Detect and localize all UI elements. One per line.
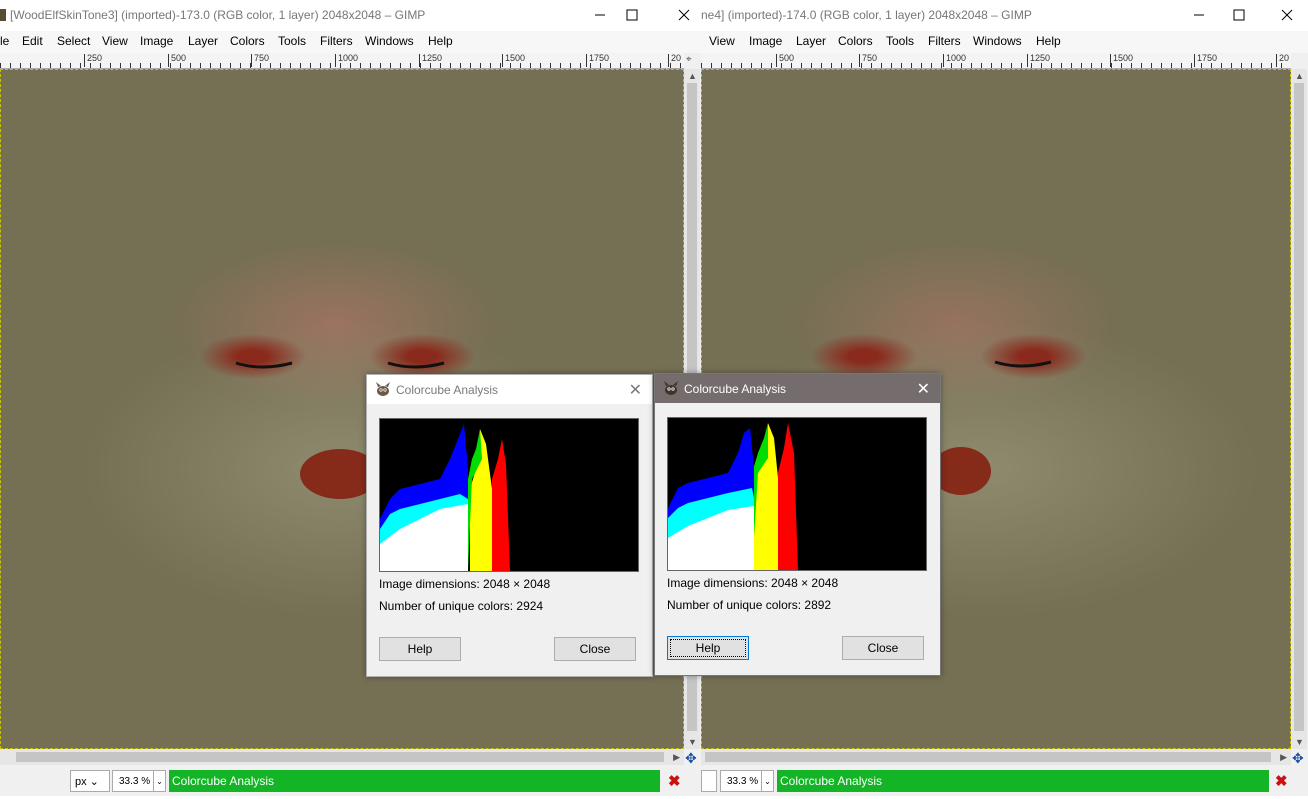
vertical-scroll-thumb[interactable] xyxy=(1294,83,1304,731)
colorcube-dialog-right: Colorcube Analysis ✕ Image dimensions: 2… xyxy=(654,373,941,676)
status-message: Colorcube Analysis xyxy=(777,770,1269,792)
dialog-title: Colorcube Analysis xyxy=(684,382,787,396)
ruler-label: 1500 xyxy=(502,54,525,67)
window-title: ne4] (imported)-174.0 (RGB color, 1 laye… xyxy=(701,8,1032,22)
ruler-label: 750 xyxy=(859,54,877,67)
gimp-wilber-icon xyxy=(376,382,390,396)
window-title: [WoodElfSkinTone3] (imported)-173.0 (RGB… xyxy=(10,8,426,22)
ruler-label: 1500 xyxy=(1110,54,1133,67)
maximize-icon xyxy=(626,9,638,21)
menu-help[interactable]: Help xyxy=(1036,34,1061,48)
menu-windows[interactable]: Windows xyxy=(365,34,414,48)
ruler-label: 500 xyxy=(168,54,186,67)
ruler-label: 250 xyxy=(84,54,102,67)
window-close-button[interactable] xyxy=(664,3,701,27)
unique-colors-text: Number of unique colors: 2892 xyxy=(667,598,832,612)
colorcube-dialog-left: Colorcube Analysis ✕ Image dimensions: 2… xyxy=(366,374,653,677)
unique-colors-text: Number of unique colors: 2924 xyxy=(379,599,544,613)
ruler-label: 1250 xyxy=(1027,54,1050,67)
menu-image[interactable]: Image xyxy=(749,34,782,48)
ruler-label: 1000 xyxy=(335,54,358,67)
horizontal-ruler[interactable]: 500 750 1000 1250 1500 1750 20 xyxy=(701,53,1291,69)
ruler-label: 1750 xyxy=(586,54,609,67)
maximize-button[interactable] xyxy=(1219,3,1259,27)
menu-layer[interactable]: Layer xyxy=(188,34,218,48)
menu-filters[interactable]: Filters xyxy=(320,34,353,48)
image-dimensions-text: Image dimensions: 2048 × 2048 xyxy=(379,577,551,591)
status-bar: px ⌄ 33.3 % ⌄ Colorcube Analysis ✖ xyxy=(0,766,701,796)
navigate-icon[interactable]: ✥ xyxy=(1292,750,1304,767)
close-button[interactable]: Close xyxy=(554,637,636,661)
menu-image[interactable]: Image xyxy=(140,34,173,48)
menu-tools[interactable]: Tools xyxy=(278,34,306,48)
ruler-label: 1750 xyxy=(1194,54,1217,67)
colorcube-histogram xyxy=(379,418,639,572)
chevron-down-icon: ⌄ xyxy=(764,777,771,786)
zoom-dropdown[interactable]: ⌄ xyxy=(762,770,774,792)
zoom-dropdown[interactable]: ⌄ xyxy=(154,770,166,792)
menu-filters[interactable]: Filters xyxy=(928,34,961,48)
help-button[interactable]: Help xyxy=(667,636,749,660)
ruler-label: 500 xyxy=(776,54,794,67)
ruler-label: 1000 xyxy=(943,54,966,67)
menu-colors[interactable]: Colors xyxy=(838,34,873,48)
vertical-scrollbar[interactable]: ▲ ▼ xyxy=(1291,69,1307,749)
title-bar[interactable]: ne4] (imported)-174.0 (RGB color, 1 laye… xyxy=(701,0,1308,31)
zoom-input[interactable]: 33.3 % xyxy=(720,770,762,792)
ruler-label: 20 xyxy=(668,54,681,67)
cancel-operation-icon[interactable]: ✖ xyxy=(1275,772,1288,790)
zoom-input[interactable]: 33.3 % xyxy=(112,770,154,792)
status-bar: 33.3 % ⌄ Colorcube Analysis ✖ xyxy=(701,766,1308,796)
chevron-down-icon: ⌄ xyxy=(156,777,163,786)
colorcube-histogram xyxy=(667,417,927,571)
gimp-wilber-icon xyxy=(664,381,678,395)
ruler-label: 20 xyxy=(1276,54,1289,67)
horizontal-scrollbar[interactable]: ▶ xyxy=(0,749,684,765)
minimize-button[interactable] xyxy=(1179,3,1219,27)
menu-layer[interactable]: Layer xyxy=(796,34,826,48)
horizontal-scrollbar[interactable]: ▶ xyxy=(701,749,1291,765)
unit-selector[interactable]: px ⌄ xyxy=(70,770,110,792)
unit-selector[interactable] xyxy=(701,770,717,792)
close-icon xyxy=(1281,9,1293,21)
status-message: Colorcube Analysis xyxy=(169,770,660,792)
ruler-label: 1250 xyxy=(419,54,442,67)
menu-select[interactable]: Select xyxy=(57,34,90,48)
image-dimensions-text: Image dimensions: 2048 × 2048 xyxy=(667,576,839,590)
close-icon xyxy=(678,9,690,21)
close-icon[interactable]: ✕ xyxy=(629,380,642,400)
menu-windows[interactable]: Windows xyxy=(973,34,1022,48)
dialog-title-bar[interactable]: Colorcube Analysis ✕ xyxy=(367,375,652,404)
close-button[interactable]: Close xyxy=(842,636,924,660)
menu-bar: le Edit Select View Image Layer Colors T… xyxy=(0,31,701,53)
navigate-corner-icon[interactable]: ⌖ xyxy=(686,54,692,65)
navigate-icon[interactable]: ✥ xyxy=(685,750,697,767)
horizontal-ruler[interactable]: 250 500 750 1000 1250 1500 1750 20 xyxy=(0,53,684,69)
dialog-title: Colorcube Analysis xyxy=(396,383,499,397)
minimize-icon xyxy=(595,14,605,16)
maximize-button[interactable] xyxy=(612,3,652,27)
horizontal-scroll-thumb[interactable] xyxy=(705,752,1271,762)
minimize-icon xyxy=(1194,14,1204,16)
dialog-title-bar[interactable]: Colorcube Analysis ✕ xyxy=(655,374,940,403)
menu-bar: View Image Layer Colors Tools Filters Wi… xyxy=(701,31,1308,53)
help-button[interactable]: Help xyxy=(379,637,461,661)
menu-colors[interactable]: Colors xyxy=(230,34,265,48)
cancel-operation-icon[interactable]: ✖ xyxy=(668,772,681,790)
ruler-label: 750 xyxy=(251,54,269,67)
maximize-icon xyxy=(1233,9,1245,21)
menu-help[interactable]: Help xyxy=(428,34,453,48)
menu-edit[interactable]: Edit xyxy=(22,34,43,48)
menu-tools[interactable]: Tools xyxy=(886,34,914,48)
gimp-app-icon xyxy=(0,9,6,21)
menu-file[interactable]: le xyxy=(0,34,9,48)
title-bar[interactable]: [WoodElfSkinTone3] (imported)-173.0 (RGB… xyxy=(0,0,701,31)
menu-view[interactable]: View xyxy=(709,34,735,48)
horizontal-scroll-thumb[interactable] xyxy=(16,752,664,762)
close-icon[interactable]: ✕ xyxy=(917,379,930,399)
menu-view[interactable]: View xyxy=(102,34,128,48)
window-close-button[interactable] xyxy=(1267,3,1307,27)
